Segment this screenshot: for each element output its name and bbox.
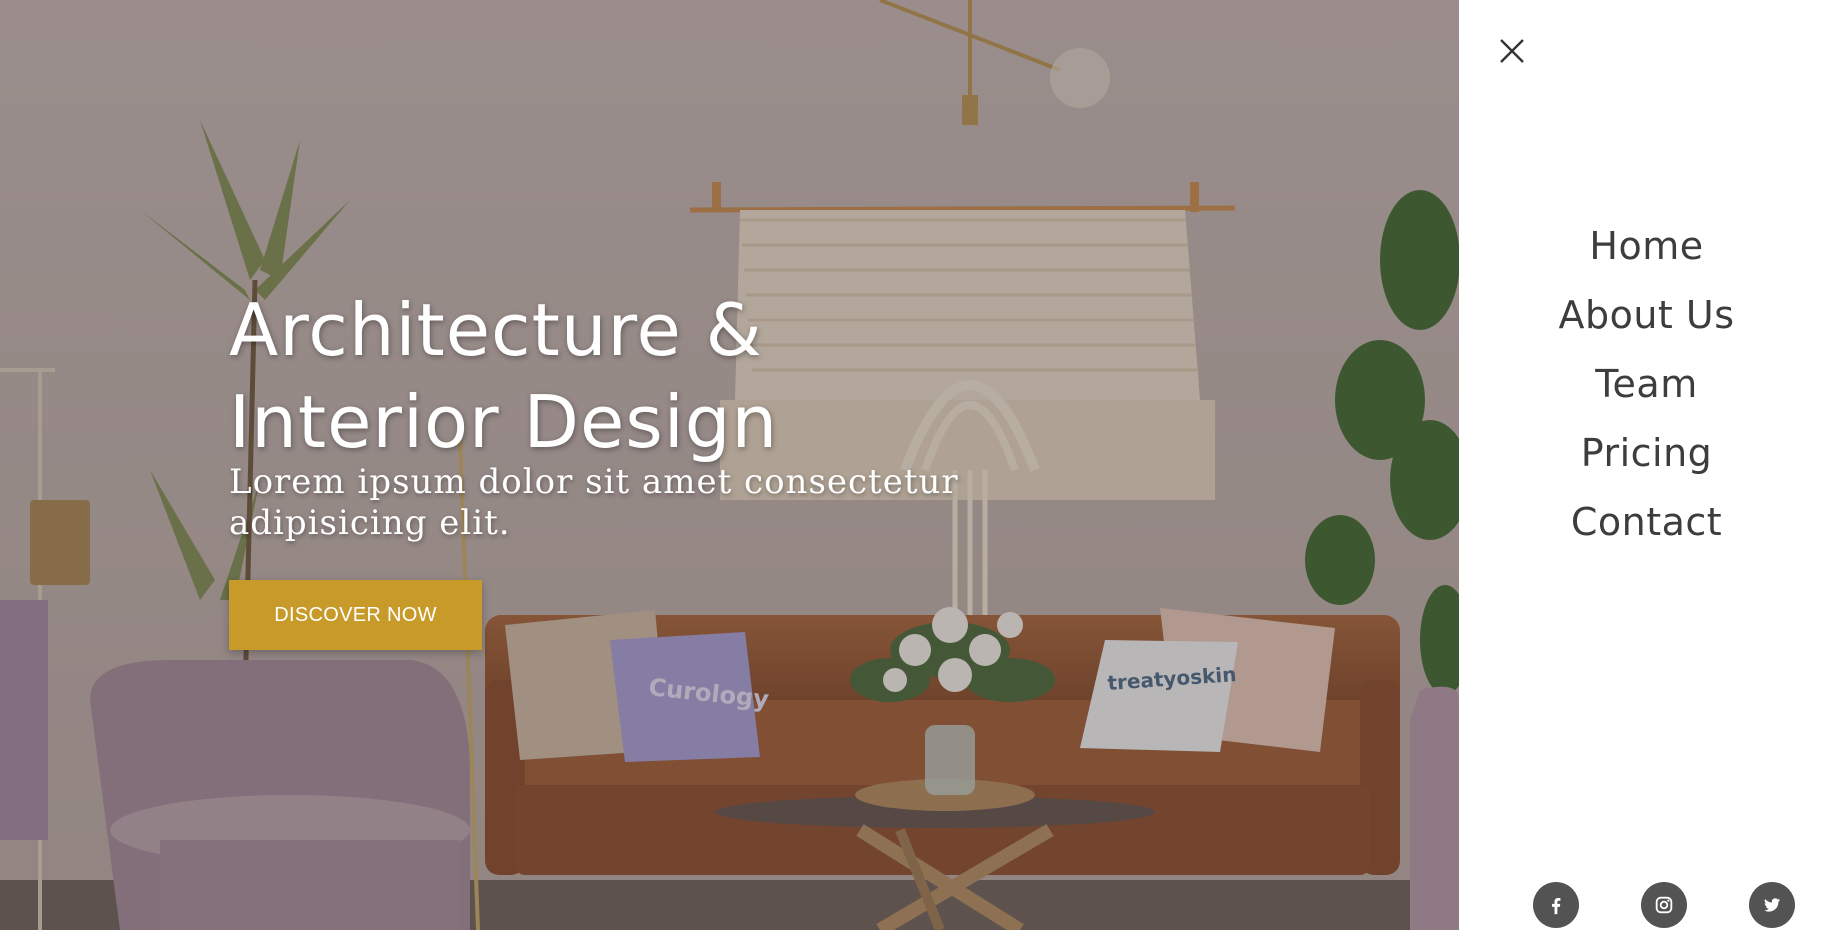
menu-link-home[interactable]: Home — [1589, 218, 1703, 274]
menu-link-team[interactable]: Team — [1595, 356, 1697, 412]
hero-title: Architecture & Interior Design — [229, 284, 989, 468]
twitter-link[interactable] — [1749, 882, 1795, 928]
instagram-link[interactable] — [1641, 882, 1687, 928]
menu-link-about-us[interactable]: About Us — [1558, 287, 1734, 343]
hero-title-line-1: Architecture & — [229, 288, 763, 372]
menu-item-team: Team — [1459, 356, 1834, 425]
instagram-icon — [1655, 896, 1673, 914]
hero-subtitle: Lorem ipsum dolor sit amet consectetur a… — [229, 462, 959, 543]
side-menu-panel: Home About Us Team Pricing Contact — [1459, 0, 1834, 930]
facebook-link[interactable] — [1533, 882, 1579, 928]
menu-item-about-us: About Us — [1459, 287, 1834, 356]
social-links — [1533, 882, 1795, 928]
close-menu-button[interactable] — [1491, 30, 1533, 72]
twitter-icon — [1764, 898, 1781, 912]
menu-nav: Home About Us Team Pricing Contact — [1459, 218, 1834, 563]
hero-section: Curology treatyoskin Architecture & Inte… — [0, 0, 1459, 930]
menu-item-pricing: Pricing — [1459, 425, 1834, 494]
menu-item-home: Home — [1459, 218, 1834, 287]
close-icon — [1500, 39, 1524, 63]
menu-item-contact: Contact — [1459, 494, 1834, 563]
discover-now-button[interactable]: DISCOVER NOW — [229, 580, 482, 650]
menu-link-contact[interactable]: Contact — [1571, 494, 1722, 550]
hero-content: Architecture & Interior Design Lorem ips… — [229, 284, 989, 650]
facebook-icon — [1552, 897, 1561, 915]
menu-link-pricing[interactable]: Pricing — [1581, 425, 1713, 481]
hero-title-line-2: Interior Design — [229, 380, 779, 464]
